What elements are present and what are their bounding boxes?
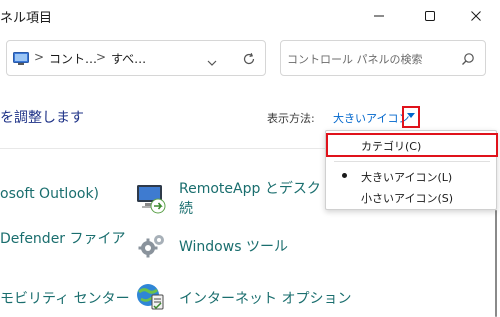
remoteapp-icon[interactable] <box>136 182 168 218</box>
view-by-dropdown[interactable]: 大きいアイコン <box>333 110 409 126</box>
item-windows-tools[interactable]: Windows ツール <box>179 236 288 256</box>
menu-item-large-icons[interactable]: 大きいアイコン(L) <box>326 165 496 187</box>
close-button[interactable] <box>456 4 496 28</box>
breadcrumb-separator: > <box>34 50 45 64</box>
view-by-dropdown-arrow[interactable] <box>402 106 420 128</box>
breadcrumb-separator: > <box>96 50 107 64</box>
title-bar: ネル項目 <box>0 0 500 34</box>
menu-item-large-icons-label: 大きいアイコン(L) <box>361 171 453 184</box>
item-mobility-center[interactable]: モビリティ センター <box>0 288 130 308</box>
minimize-icon <box>374 15 384 17</box>
scrollbar-thumb[interactable] <box>495 210 497 317</box>
menu-item-small-icons[interactable]: 小さいアイコン(S) <box>326 186 496 208</box>
item-remoteapp-label[interactable]: RemoteApp とデスクト <box>179 178 335 198</box>
search-icon[interactable] <box>461 51 475 70</box>
highlight-box <box>326 133 498 157</box>
item-remoteapp-label-cont[interactable]: 続 <box>179 198 193 218</box>
dropdown-arrow-icon <box>407 113 415 118</box>
search-box[interactable] <box>280 40 486 76</box>
item-defender-firewall[interactable]: Defender ファイア <box>0 228 126 248</box>
item-mail-outlook[interactable]: osoft Outlook) <box>0 186 99 202</box>
selected-bullet-icon <box>342 173 347 178</box>
close-icon <box>471 11 481 21</box>
control-panel-icon <box>13 51 29 70</box>
breadcrumb-all-items[interactable]: すべ… <box>111 50 146 67</box>
breadcrumb-control-panel[interactable]: コント… <box>49 50 97 67</box>
refresh-icon[interactable] <box>242 51 256 70</box>
view-by-menu: カテゴリ(C) 大きいアイコン(L) 小さいアイコン(S) <box>325 130 498 210</box>
minimize-button[interactable] <box>359 4 399 28</box>
item-internet-options[interactable]: インターネット オプション <box>179 288 351 308</box>
gears-icon[interactable] <box>137 231 167 265</box>
search-input[interactable] <box>287 49 457 69</box>
chevron-down-icon[interactable] <box>206 53 218 72</box>
maximize-icon <box>425 11 435 21</box>
menu-separator <box>334 161 490 162</box>
page-heading: を調整します <box>0 110 84 126</box>
internet-options-icon[interactable] <box>134 279 166 315</box>
window-title: ネル項目 <box>0 11 53 26</box>
address-bar[interactable]: > コント… > すべ… <box>6 40 266 76</box>
menu-item-small-icons-label: 小さいアイコン(S) <box>361 192 454 205</box>
view-by-label: 表示方法: <box>267 112 315 125</box>
maximize-button[interactable] <box>410 4 450 28</box>
